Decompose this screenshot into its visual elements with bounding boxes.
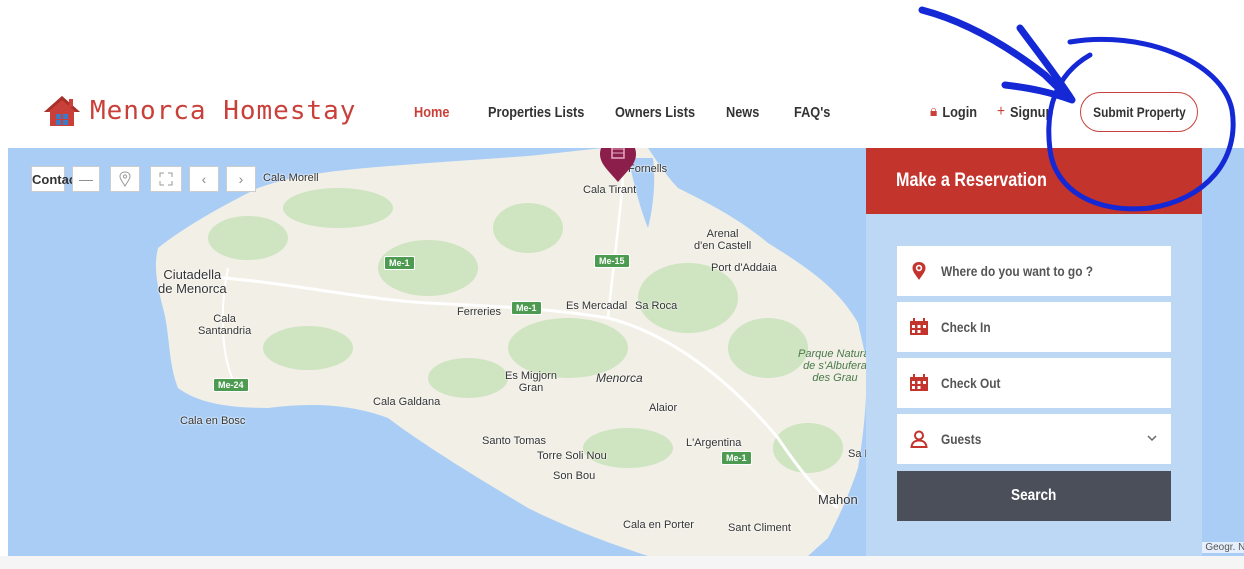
chevron-right-icon: ›: [238, 171, 244, 187]
place-label: Sa Roca: [635, 300, 678, 312]
place-label: Sant Climent: [728, 522, 791, 534]
place-label: Cala en Bosc: [180, 415, 246, 427]
calendar-icon: [909, 373, 929, 393]
brand-logo[interactable]: Menorca Homestay: [42, 94, 356, 128]
guests-select[interactable]: Guests: [897, 414, 1171, 464]
zoom-out-button[interactable]: —: [72, 166, 100, 192]
search-button[interactable]: Search: [897, 471, 1171, 521]
check-out-label: Check Out: [941, 375, 1001, 391]
submit-property-label: Submit Property: [1092, 104, 1186, 120]
place-label: L'Argentina: [686, 437, 742, 449]
road-badge-me15: Me-15: [594, 254, 630, 268]
expand-icon: [159, 172, 173, 186]
login-link[interactable]: 🔒︎ Login: [930, 103, 977, 121]
check-in-label: Check In: [941, 319, 991, 335]
annotation-arrowhead: [1001, 24, 1076, 104]
reservation-panel: Make a Reservation Where do you want to …: [866, 148, 1202, 556]
place-label: Es Mercadal: [566, 300, 628, 312]
fullscreen-button[interactable]: [150, 166, 182, 192]
destination-placeholder: Where do you want to go ?: [941, 263, 1094, 279]
place-label: Mahon: [818, 492, 858, 507]
locate-button[interactable]: [110, 166, 140, 192]
road-badge-me1: Me-1: [384, 256, 415, 270]
place-label: Santo Tomas: [482, 435, 547, 447]
place-label: Ciutadella de Menorca: [158, 267, 227, 296]
submit-property-button[interactable]: Submit Property: [1080, 92, 1198, 132]
house-icon: [44, 96, 80, 126]
place-label: Cala Santandria: [198, 313, 252, 337]
place-label: Es Migjorn Gran: [505, 370, 557, 394]
user-icon: [909, 429, 929, 449]
road-badge-me1: Me-1: [721, 451, 752, 465]
place-label: Cala Tirant: [583, 184, 637, 196]
place-label: Port d'Addaia: [711, 262, 777, 274]
road-badge-me24: Me-24: [213, 378, 249, 392]
place-label: Alaior: [649, 402, 678, 414]
plus-icon: +: [997, 103, 1005, 120]
road-badge-me1: Me-1: [511, 301, 542, 315]
brand-name: Menorca Homestay: [90, 96, 357, 126]
reservation-title: Make a Reservation: [896, 170, 1047, 191]
check-out-field[interactable]: Check Out: [897, 358, 1171, 408]
nav-faq[interactable]: FAQ's: [794, 104, 830, 121]
page-bottom-strip: [0, 556, 1244, 569]
place-label: Arenal d'en Castell: [694, 228, 752, 252]
calendar-icon: [909, 317, 929, 337]
check-in-field[interactable]: Check In: [897, 302, 1171, 352]
search-label: Search: [1011, 487, 1057, 504]
contact-link[interactable]: Contact: [31, 166, 80, 192]
map-pin-icon: [909, 261, 929, 281]
place-label: Ferreries: [457, 306, 502, 318]
map-marker-icon[interactable]: [598, 148, 638, 184]
destination-field[interactable]: Where do you want to go ?: [897, 246, 1171, 296]
nav-home[interactable]: Home: [414, 104, 449, 121]
nav-owners-lists[interactable]: Owners Lists: [615, 104, 695, 121]
login-label: Login: [942, 103, 978, 121]
signup-label: Signup: [1010, 103, 1054, 121]
place-label: Parque Natural de s'Albufera des Grau: [798, 348, 872, 384]
reservation-header: Make a Reservation: [866, 148, 1202, 214]
place-label: Son Bou: [553, 470, 596, 482]
nav-news[interactable]: News: [726, 104, 759, 121]
previous-button[interactable]: ‹: [189, 166, 219, 192]
guests-label: Guests: [941, 431, 982, 447]
next-button[interactable]: ›: [226, 166, 256, 192]
nav-properties-lists[interactable]: Properties Lists: [488, 104, 584, 121]
place-label: Menorca: [596, 371, 643, 385]
place-label: Cala Morell: [263, 172, 319, 184]
chevron-down-icon: [1147, 430, 1157, 445]
minus-icon: —: [79, 171, 93, 187]
place-label: Cala en Porter: [623, 519, 694, 531]
location-pin-icon: [119, 171, 131, 187]
annotation-arrow: [918, 6, 1074, 102]
chevron-left-icon: ‹: [201, 171, 207, 187]
signup-link[interactable]: + Signup: [997, 103, 1053, 121]
lock-icon: 🔒︎: [930, 103, 938, 120]
place-label: Torre Soli Nou: [537, 450, 607, 462]
place-label: Cala Galdana: [373, 396, 441, 408]
